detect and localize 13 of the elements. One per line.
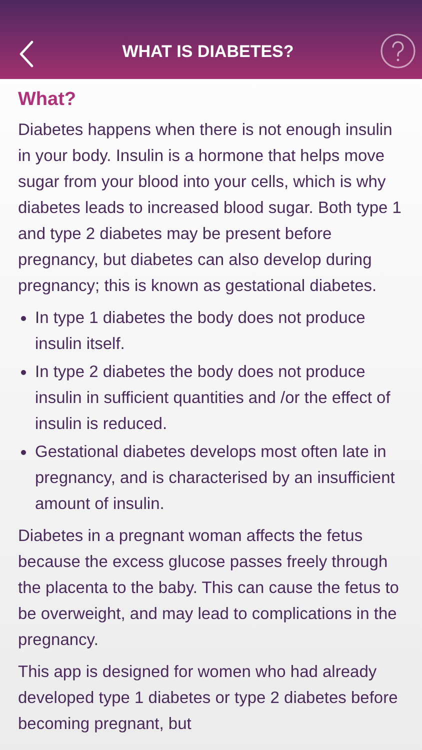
paragraph: This app is designed for women who had already developed type 1 diabetes or type 2 diabetes before becoming pregnant, but bbox=[18, 662, 399, 735]
bullet-icon bbox=[21, 450, 26, 455]
bullet-icon bbox=[21, 370, 26, 375]
list-item-text: In type 2 diabetes the body does not produce insulin in sufficient quantities and /or the effect of insulin is reduced. bbox=[35, 362, 392, 435]
bullet-icon bbox=[21, 316, 26, 321]
paragraph: Diabetes in a pregnant woman affects the fetus because the excess glucose passes freely through the placenta to the baby. This can cause the fetus to be overweight, and may lead to complications in the pregnancy. bbox=[18, 526, 400, 651]
help-button[interactable] bbox=[380, 33, 416, 69]
back-button[interactable] bbox=[18, 39, 36, 69]
list-item-text: Gestational diabetes develops most often late in pregnancy, and is characterised by an insufficient amount of insulin. bbox=[35, 442, 396, 515]
list-item-text: In type 1 diabetes the body does not produce insulin itself. bbox=[35, 308, 366, 355]
screen-title: WHAT IS DIABETES? bbox=[121, 42, 295, 62]
paragraph: Diabetes happens when there is not enough insulin in your body. Insulin is a hormone that helps move sugar from your blood into your cells, which is why diabetes leads to increased blood sugar. Both type 1 and type 2 diabetes may be present before pregnancy, but diabetes can also develop during pregnancy; this is known as gestational diabetes. bbox=[18, 120, 402, 297]
section-heading: What? bbox=[18, 88, 78, 112]
